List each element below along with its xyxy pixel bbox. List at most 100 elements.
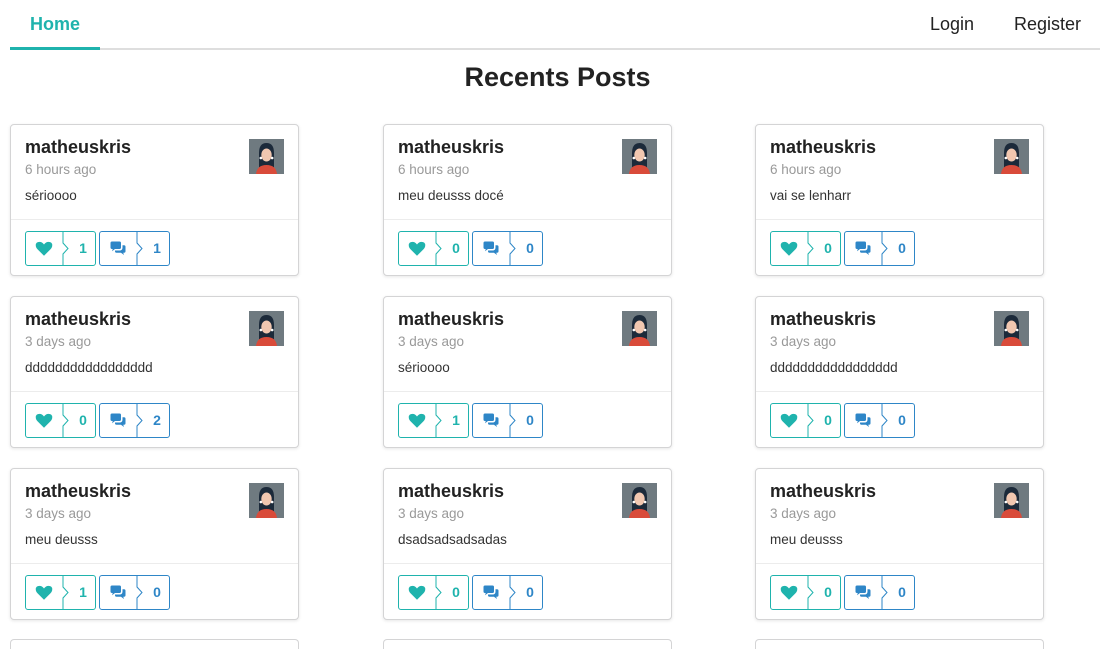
comments-icon — [854, 584, 872, 602]
comments-icon — [109, 240, 127, 258]
comment-button[interactable]: 0 — [472, 403, 543, 438]
comment-count: 0 — [898, 584, 906, 600]
post-text: meu deusss docé — [398, 188, 504, 203]
comments-icon — [109, 584, 127, 602]
comment-count: 0 — [526, 412, 534, 428]
post-time: 6 hours ago — [398, 162, 470, 177]
author-avatar — [249, 139, 284, 174]
comments-icon — [109, 412, 127, 430]
nav-register-link[interactable]: Register — [1014, 0, 1081, 48]
heart-icon — [408, 412, 426, 430]
label-pointer — [509, 576, 517, 609]
post-time: 3 days ago — [25, 506, 92, 521]
like-button[interactable]: 0 — [398, 575, 469, 610]
comments-icon — [482, 240, 500, 258]
like-button[interactable]: 0 — [770, 403, 841, 438]
post-text: ddddddddddddddddd — [770, 360, 898, 375]
like-button[interactable]: 0 — [770, 575, 841, 610]
heart-icon — [35, 584, 53, 602]
post-time: 3 days ago — [770, 334, 837, 349]
label-pointer — [807, 576, 815, 609]
heart-icon — [408, 584, 426, 602]
post-author[interactable]: matheuskris — [770, 309, 876, 330]
like-button[interactable]: 0 — [25, 403, 96, 438]
label-pointer — [136, 576, 144, 609]
post-author[interactable]: matheuskris — [25, 481, 131, 502]
label-pointer — [509, 404, 517, 437]
author-avatar — [994, 483, 1029, 518]
heart-icon — [780, 412, 798, 430]
post-card: matheuskris 6 hours ago sérioooo 1 1 — [10, 124, 299, 276]
label-pointer — [62, 576, 70, 609]
heart-icon — [35, 240, 53, 258]
post-card-partial — [10, 639, 299, 649]
comment-button[interactable]: 1 — [99, 231, 170, 266]
card-divider — [384, 391, 671, 392]
post-time: 6 hours ago — [25, 162, 97, 177]
post-card: matheuskris 3 days ago meu deusss — [755, 468, 1044, 620]
post-author[interactable]: matheuskris — [25, 137, 131, 158]
post-time: 3 days ago — [770, 506, 837, 521]
comments-icon — [482, 584, 500, 602]
post-card: matheuskris 6 hours ago vai se lenharr 0… — [755, 124, 1044, 276]
author-avatar — [249, 483, 284, 518]
like-button[interactable]: 1 — [25, 231, 96, 266]
post-text: ddddddddddddddddd — [25, 360, 153, 375]
like-button[interactable]: 0 — [398, 231, 469, 266]
comment-count: 0 — [526, 584, 534, 600]
comment-button[interactable]: 2 — [99, 403, 170, 438]
card-divider — [11, 391, 298, 392]
like-count: 1 — [79, 240, 87, 256]
comment-button[interactable]: 0 — [472, 231, 543, 266]
comments-icon — [854, 240, 872, 258]
post-time: 3 days ago — [398, 506, 465, 521]
post-author[interactable]: matheuskris — [398, 137, 504, 158]
heart-icon — [408, 240, 426, 258]
author-avatar — [994, 311, 1029, 346]
comments-icon — [854, 412, 872, 430]
post-time: 3 days ago — [398, 334, 465, 349]
post-time: 6 hours ago — [770, 162, 842, 177]
like-button[interactable]: 1 — [398, 403, 469, 438]
like-count: 0 — [452, 584, 460, 600]
post-card-partial — [755, 639, 1044, 649]
post-card-partial — [383, 639, 672, 649]
page-title: Recents Posts — [464, 62, 651, 92]
post-author[interactable]: matheuskris — [770, 481, 876, 502]
nav-home-link[interactable]: Home — [10, 0, 100, 50]
nav-login-link[interactable]: Login — [930, 0, 974, 48]
author-avatar — [249, 311, 284, 346]
comment-count: 2 — [153, 412, 161, 428]
label-pointer — [435, 576, 443, 609]
post-text: sérioooo — [398, 360, 450, 375]
like-count: 1 — [79, 584, 87, 600]
label-pointer — [881, 404, 889, 437]
post-text: meu deusss — [25, 532, 98, 547]
comment-button[interactable]: 0 — [99, 575, 170, 610]
post-author[interactable]: matheuskris — [398, 309, 504, 330]
author-avatar — [622, 139, 657, 174]
comment-button[interactable]: 0 — [844, 403, 915, 438]
like-count: 0 — [79, 412, 87, 428]
heart-icon — [35, 412, 53, 430]
card-divider — [11, 563, 298, 564]
post-card: matheuskris 6 hours ago meu deusss docé — [383, 124, 672, 276]
comment-button[interactable]: 0 — [472, 575, 543, 610]
label-pointer — [136, 232, 144, 265]
post-text: dsadsadsadsadas — [398, 532, 507, 547]
post-author[interactable]: matheuskris — [770, 137, 876, 158]
post-author[interactable]: matheuskris — [398, 481, 504, 502]
like-button[interactable]: 1 — [25, 575, 96, 610]
label-pointer — [136, 404, 144, 437]
comments-icon — [482, 412, 500, 430]
like-count: 0 — [824, 240, 832, 256]
comment-count: 0 — [898, 240, 906, 256]
card-divider — [384, 563, 671, 564]
label-pointer — [881, 576, 889, 609]
like-button[interactable]: 0 — [770, 231, 841, 266]
post-author[interactable]: matheuskris — [25, 309, 131, 330]
top-navbar: Home Login Register — [10, 0, 1100, 50]
comment-button[interactable]: 0 — [844, 231, 915, 266]
label-pointer — [435, 404, 443, 437]
comment-button[interactable]: 0 — [844, 575, 915, 610]
